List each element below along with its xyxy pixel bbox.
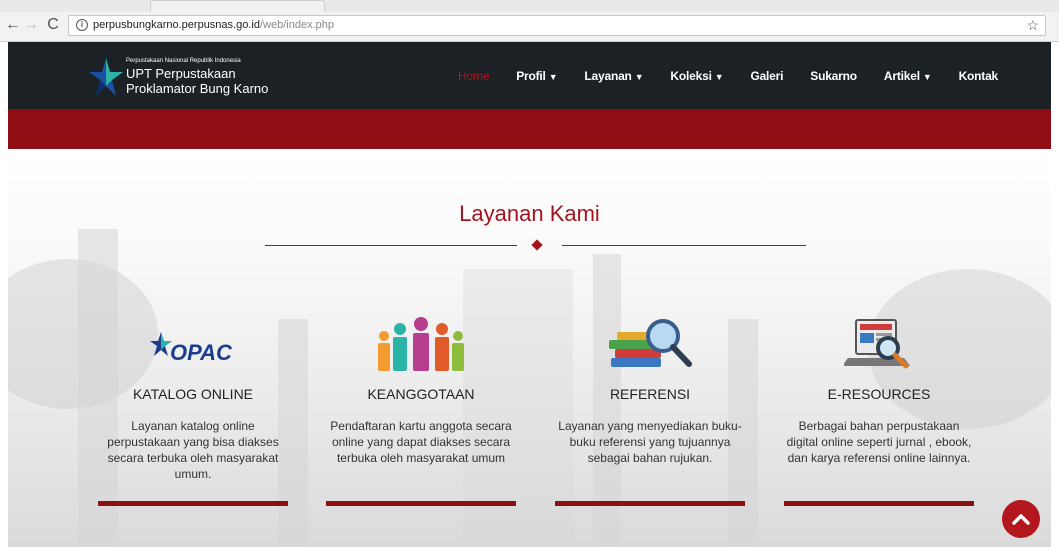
bookmark-star-icon[interactable]: ☆: [1026, 16, 1039, 35]
logo-title-line1: UPT Perpustakaan: [126, 66, 236, 81]
url-host: perpusbungkarno.perpusnas.go.id: [93, 19, 260, 31]
card-description: Layanan yang menyediakan buku-buku refer…: [558, 419, 742, 465]
divider-line: [265, 245, 517, 246]
logo-title-line2: Proklamator Bung Karno: [126, 81, 269, 96]
divider-diamond-icon: [531, 239, 543, 251]
url-path: /web/index.php: [259, 19, 334, 31]
books-magnifier-icon: [555, 314, 745, 374]
menu-item-layanan[interactable]: Layanan ▼: [584, 69, 643, 83]
card-description: Pendaftaran kartu anggota secara online …: [330, 419, 512, 465]
chevron-down-icon: ▼: [922, 71, 932, 82]
address-bar[interactable]: i perpusbungkarno.perpusnas.go.id/web/in…: [68, 15, 1046, 36]
divider-line: [562, 245, 806, 246]
logo-institution-text: Perpustakaan Nasional Republik Indonesia: [126, 58, 241, 64]
service-card-e-resources[interactable]: E-RESOURCES Berbagai bahan perpustakaan …: [784, 314, 974, 514]
header-red-band: [8, 109, 1051, 149]
tab-strip: [0, 0, 1059, 12]
section-title: Layanan Kami: [459, 201, 600, 226]
main-menu: Home Profil ▼ Layanan ▼ Koleksi ▼ Galeri Su…: [458, 42, 1025, 109]
card-title[interactable]: REFERENSI: [555, 386, 745, 402]
card-accent-bar: [326, 501, 516, 506]
info-icon[interactable]: i: [76, 19, 88, 31]
chevron-down-icon: ▼: [714, 71, 724, 82]
reload-button[interactable]: C: [44, 16, 62, 34]
card-accent-bar: [98, 501, 288, 506]
menu-item-profil[interactable]: Profil ▼: [516, 69, 557, 83]
card-title[interactable]: KEANGGOTAAN: [326, 386, 516, 402]
card-description: Berbagai bahan perpustakaan digital onli…: [786, 419, 972, 465]
menu-item-galeri[interactable]: Galeri: [750, 69, 783, 83]
laptop-search-icon: [784, 314, 974, 374]
opac-logo-icon: OPAC: [98, 314, 288, 374]
card-accent-bar: [784, 501, 974, 506]
menu-item-kontak[interactable]: Kontak: [959, 69, 999, 83]
forward-button[interactable]: →: [22, 16, 40, 34]
menu-item-sukarno[interactable]: Sukarno: [810, 69, 857, 83]
site-logo[interactable]: Perpustakaan Nasional Republik Indonesia…: [88, 52, 288, 102]
menu-item-home[interactable]: Home: [458, 69, 489, 83]
star-logo-icon: [89, 58, 123, 96]
members-group-icon: [326, 314, 516, 374]
browser-chrome: ← → C i perpusbungkarno.perpusnas.go.id/…: [0, 0, 1059, 42]
scroll-to-top-button[interactable]: [1002, 500, 1040, 538]
card-description: Layanan katalog online perpustakaan yang…: [107, 419, 279, 481]
menu-item-koleksi[interactable]: Koleksi ▼: [670, 69, 723, 83]
service-card-referensi[interactable]: REFERENSI Layanan yang menyediakan buku-…: [555, 314, 745, 514]
card-accent-bar: [555, 501, 745, 506]
menu-item-artikel[interactable]: Artikel ▼: [884, 69, 932, 83]
service-card-katalog-online[interactable]: OPAC KATALOG ONLINE Layanan katalog onli…: [98, 314, 288, 514]
chevron-up-icon: [1012, 514, 1030, 525]
services-section: Layanan Kami OPAC KATALOG ONLINE Layanan…: [8, 149, 1051, 547]
service-card-keanggotaan[interactable]: KEANGGOTAAN Pendaftaran kartu anggota se…: [326, 314, 516, 514]
card-title[interactable]: KATALOG ONLINE: [98, 386, 288, 402]
chevron-down-icon: ▼: [634, 71, 644, 82]
back-button[interactable]: ←: [4, 16, 22, 34]
site-header: Perpustakaan Nasional Republik Indonesia…: [8, 42, 1051, 109]
browser-tab[interactable]: [150, 0, 325, 12]
opac-logo-text: OPAC: [170, 340, 232, 365]
card-title[interactable]: E-RESOURCES: [784, 386, 974, 402]
chevron-down-icon: ▼: [548, 71, 558, 82]
